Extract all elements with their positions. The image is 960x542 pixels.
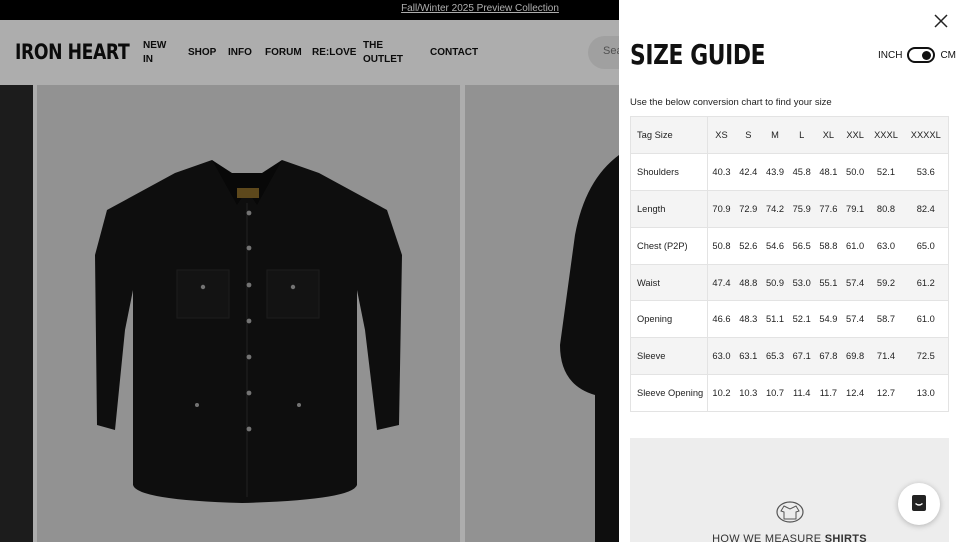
measurement-value: 58.8 — [815, 227, 842, 265]
measurement-value: 55.1 — [815, 264, 842, 302]
measurement-value: 61.2 — [903, 264, 949, 302]
size-column-header: M — [761, 116, 789, 154]
measurement-value: 74.2 — [761, 190, 789, 228]
measurement-value: 58.7 — [868, 300, 904, 339]
measurement-value: 42.4 — [734, 153, 762, 191]
measurement-label: Waist — [630, 264, 708, 302]
size-table-header-row: Tag Size XS S M L XL XXL XXXL XXXXL — [630, 116, 949, 154]
measurement-value: 67.8 — [815, 337, 842, 376]
measurement-value: 79.1 — [841, 190, 869, 228]
measurement-value: 10.7 — [761, 374, 789, 413]
size-column-header: XL — [815, 116, 842, 154]
measurement-value: 72.5 — [903, 337, 949, 376]
measurement-value: 51.1 — [761, 300, 789, 339]
measurement-value: 11.7 — [815, 374, 842, 413]
measurement-label: Sleeve — [630, 337, 708, 376]
measurement-value: 52.6 — [734, 227, 762, 265]
measurement-value: 61.0 — [841, 227, 869, 265]
size-guide-intro: Use the below conversion chart to find y… — [630, 97, 832, 108]
size-guide-title: SIZE GUIDE — [630, 38, 766, 71]
size-column-header: L — [788, 116, 816, 154]
measurement-value: 65.0 — [903, 227, 949, 265]
measurement-value: 69.8 — [841, 337, 869, 376]
table-row: Waist 47.4 48.8 50.9 53.0 55.1 57.4 59.2 61.2 — [630, 264, 949, 302]
close-icon[interactable] — [933, 13, 949, 29]
measurement-value: 65.3 — [761, 337, 789, 376]
measurement-value: 72.9 — [734, 190, 762, 228]
table-row: Sleeve Opening 10.2 10.3 10.7 11.4 11.7 12.4 12… — [630, 374, 949, 413]
unit-switch[interactable] — [907, 47, 936, 63]
measurement-value: 75.9 — [788, 190, 816, 228]
measurement-value: 12.7 — [868, 374, 904, 413]
table-row: Opening 46.6 48.3 51.1 52.1 54.9 57.4 58.7 61.0 — [630, 300, 949, 339]
measurement-value: 50.8 — [707, 227, 735, 265]
measurement-value: 10.2 — [707, 374, 735, 413]
measurement-value: 71.4 — [868, 337, 904, 376]
modal-overlay[interactable] — [0, 0, 620, 542]
table-row: Chest (P2P) 50.8 52.6 54.6 56.5 58.8 61.0 63.0 6… — [630, 227, 949, 265]
unit-toggle[interactable]: INCH CM — [878, 47, 956, 63]
measurement-value: 70.9 — [707, 190, 735, 228]
measurement-value: 13.0 — [903, 374, 949, 413]
table-row: Shoulders 40.3 42.4 43.9 45.8 48.1 50.0 52.1 53.… — [630, 153, 949, 191]
measure-caption: HOW WE MEASURE SHIRTS — [630, 533, 949, 542]
measurement-value: 48.8 — [734, 264, 762, 302]
measurement-value: 52.1 — [788, 300, 816, 339]
measurement-value: 77.6 — [815, 190, 842, 228]
measurement-value: 11.4 — [788, 374, 816, 413]
measurement-label: Length — [630, 190, 708, 228]
measurement-value: 52.1 — [868, 153, 904, 191]
measurement-value: 82.4 — [903, 190, 949, 228]
table-row: Sleeve 63.0 63.1 65.3 67.1 67.8 69.8 71.4 72.5 — [630, 337, 949, 376]
measurement-label: Shoulders — [630, 153, 708, 191]
measurement-label: Sleeve Opening — [630, 374, 708, 413]
measurement-value: 63.1 — [734, 337, 762, 376]
size-table-header-label: Tag Size — [630, 116, 708, 154]
measurement-value: 53.0 — [788, 264, 816, 302]
measure-caption-item: SHIRTS — [824, 533, 867, 542]
size-column-header: S — [734, 116, 762, 154]
shirt-measure-icon — [776, 501, 804, 523]
size-column-header: XXXXL — [903, 116, 949, 154]
measurement-value: 50.9 — [761, 264, 789, 302]
measurement-value: 40.3 — [707, 153, 735, 191]
unit-cm-label[interactable]: CM — [940, 50, 956, 61]
measurement-value: 53.6 — [903, 153, 949, 191]
measurement-value: 45.8 — [788, 153, 816, 191]
measurement-value: 10.3 — [734, 374, 762, 413]
size-column-header: XXXL — [868, 116, 904, 154]
measurement-value: 57.4 — [841, 264, 869, 302]
size-column-header: XXL — [841, 116, 869, 154]
measurement-label: Opening — [630, 300, 708, 339]
measurement-value: 59.2 — [868, 264, 904, 302]
size-table: Tag Size XS S M L XL XXL XXXL XXXXL Shoulders 40.3… — [630, 116, 949, 413]
size-column-header: XS — [707, 116, 735, 154]
measurement-value: 67.1 — [788, 337, 816, 376]
measurement-value: 80.8 — [868, 190, 904, 228]
unit-inch-label[interactable]: INCH — [878, 50, 902, 61]
measurement-value: 12.4 — [841, 374, 869, 413]
measurement-value: 56.5 — [788, 227, 816, 265]
table-row: Length 70.9 72.9 74.2 75.9 77.6 79.1 80.8 82.4 — [630, 190, 949, 228]
measurement-value: 48.3 — [734, 300, 762, 339]
measurement-value: 50.0 — [841, 153, 869, 191]
measurement-value: 57.4 — [841, 300, 869, 339]
measurement-value: 47.4 — [707, 264, 735, 302]
measurement-value: 61.0 — [903, 300, 949, 339]
chat-button[interactable] — [898, 483, 940, 525]
measurement-value: 43.9 — [761, 153, 789, 191]
measurement-value: 46.6 — [707, 300, 735, 339]
measure-caption-prefix: HOW WE MEASURE — [712, 533, 822, 542]
measurement-label: Chest (P2P) — [630, 227, 708, 265]
measurement-value: 63.0 — [707, 337, 735, 376]
measurement-value: 54.9 — [815, 300, 842, 339]
chat-icon — [912, 495, 926, 511]
measurement-value: 63.0 — [868, 227, 904, 265]
measurement-value: 48.1 — [815, 153, 842, 191]
measurement-value: 54.6 — [761, 227, 789, 265]
